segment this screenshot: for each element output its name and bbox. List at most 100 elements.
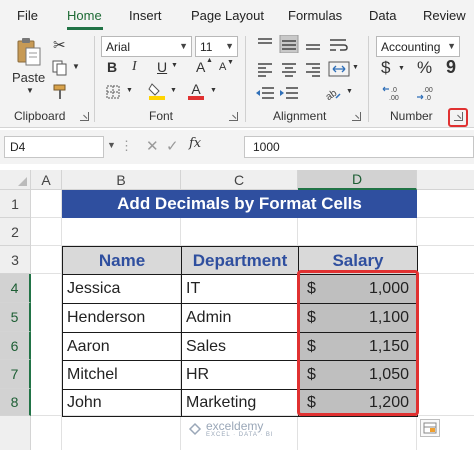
number-format-select[interactable]: Accounting ▼ [376,36,460,57]
merge-dropdown-icon[interactable]: ▼ [352,64,359,71]
alignment-launcher-icon[interactable] [352,112,361,121]
department-cell[interactable]: Admin [181,303,299,333]
insert-function-button[interactable]: fx [189,136,201,151]
select-all-button[interactable] [0,170,31,190]
borders-icon[interactable] [104,84,122,100]
name-cell[interactable]: John [62,389,182,417]
clipboard-group-label: Clipboard [14,109,66,123]
row-header-6[interactable]: 6 [0,332,31,360]
decrease-decimal-icon[interactable]: .00.0 [414,84,444,102]
name-cell[interactable]: Aaron [62,332,182,361]
decrease-indent-icon [256,87,274,99]
center-align-icon [282,63,296,77]
row-header-7[interactable]: 7 [0,360,31,389]
bold-button[interactable]: B [107,59,117,75]
fill-color-icon[interactable] [147,81,167,101]
caret-up-icon: ▲ [206,57,213,64]
tab-review[interactable]: Review [423,8,466,23]
orientation-icon[interactable]: ab [321,82,343,102]
quick-analysis-icon[interactable] [420,419,440,437]
shrink-font-button[interactable]: A [219,61,226,73]
name-box-dropdown-icon[interactable]: ▼ [107,140,116,150]
department-cell[interactable]: Marketing [181,389,299,417]
enter-icon[interactable]: ✓ [166,137,179,155]
comma-style-button[interactable]: 9 [446,57,456,78]
font-color-swatch [188,96,204,100]
row-header-4[interactable]: 4 [0,274,31,303]
format-painter-icon[interactable] [51,84,69,100]
column-header-a[interactable]: A [31,170,62,190]
name-cell[interactable]: Jessica [62,274,182,304]
clipboard-launcher-icon[interactable] [80,112,89,121]
svg-text:.0: .0 [425,95,431,102]
percent-style-button[interactable]: % [417,58,432,78]
accounting-format-button[interactable]: $ [381,58,390,78]
merge-center-icon[interactable] [327,60,351,78]
tab-page-layout[interactable]: Page Layout [191,8,264,23]
italic-button[interactable]: I [132,59,137,75]
font-color-dropdown-icon[interactable]: ▼ [210,87,217,94]
tab-file[interactable]: File [17,8,38,23]
selection-highlight-box [297,270,419,416]
row-header-1[interactable]: 1 [0,190,31,218]
increase-indent-icon [280,87,298,99]
copy-dropdown-icon[interactable]: ▼ [72,62,80,71]
column-header-e[interactable] [417,170,474,190]
paste-icon[interactable] [14,36,44,68]
font-launcher-icon[interactable] [229,112,238,121]
font-size-select[interactable]: 11 ▼ [195,36,238,57]
font-name-select[interactable]: Arial ▼ [101,36,192,57]
chevron-down-icon: ▼ [447,41,456,51]
font-size-value: 11 [200,39,213,54]
name-cell[interactable]: Henderson [62,303,182,333]
underline-button[interactable]: U [157,59,167,75]
paste-dropdown-icon[interactable]: ▼ [26,86,34,95]
name-box[interactable]: D4 [4,136,104,158]
copy-icon[interactable] [51,60,69,76]
header-cell-department[interactable]: Department [181,246,299,275]
orientation-dropdown-icon[interactable]: ▼ [346,88,353,95]
alignment-group-label: Alignment [273,109,327,123]
tab-insert[interactable]: Insert [129,8,162,23]
group-divider [368,36,369,122]
formula-input[interactable]: 1000 [244,136,474,158]
group-divider [245,36,246,122]
svg-text:.00: .00 [423,87,433,94]
cut-icon[interactable]: ✂ [53,36,66,54]
exceldemy-logo-icon [188,422,202,436]
watermark: exceldemy EXCEL · DATA · BI [188,420,274,438]
fill-color-dropdown-icon[interactable]: ▼ [170,87,177,94]
paste-button[interactable]: Paste [12,70,45,85]
column-header-c[interactable]: C [181,170,298,190]
accounting-dropdown-icon[interactable]: ▼ [398,65,405,72]
row-header-3[interactable]: 3 [0,246,31,274]
tab-data[interactable]: Data [369,8,396,23]
underline-dropdown-icon[interactable]: ▼ [171,62,178,69]
department-cell[interactable]: Sales [181,332,299,361]
sheet-title-cell[interactable]: Add Decimals by Format Cells [62,190,417,218]
column-header-b[interactable]: B [62,170,181,190]
cancel-icon[interactable]: ✕ [146,137,159,155]
header-cell-name[interactable]: Name [62,246,182,275]
tab-home[interactable]: Home [67,8,102,23]
department-cell[interactable]: HR [181,360,299,390]
indent-buttons [254,84,304,102]
font-color-icon[interactable]: A [187,80,205,102]
row-header-8[interactable]: 8 [0,389,31,416]
caret-down-icon: ▼ [227,59,234,66]
ribbon-tabs: File Home Insert Page Layout Formulas Da… [0,0,474,32]
row-header-9[interactable] [0,416,31,450]
column-header-d[interactable]: D [298,170,417,190]
grow-font-button[interactable]: A [196,59,205,75]
borders-dropdown-icon[interactable]: ▼ [126,87,133,94]
name-cell[interactable]: Mitchel [62,360,182,390]
wrap-text-icon[interactable] [327,36,351,54]
right-align-icon [306,63,320,77]
row-header-2[interactable]: 2 [0,218,31,246]
row-header-5[interactable]: 5 [0,303,31,332]
font-color-letter: A [191,81,201,97]
font-group-label: Font [149,109,174,123]
department-cell[interactable]: IT [181,274,299,304]
tab-formulas[interactable]: Formulas [288,8,342,23]
increase-decimal-icon[interactable]: .0.00 [380,84,410,102]
